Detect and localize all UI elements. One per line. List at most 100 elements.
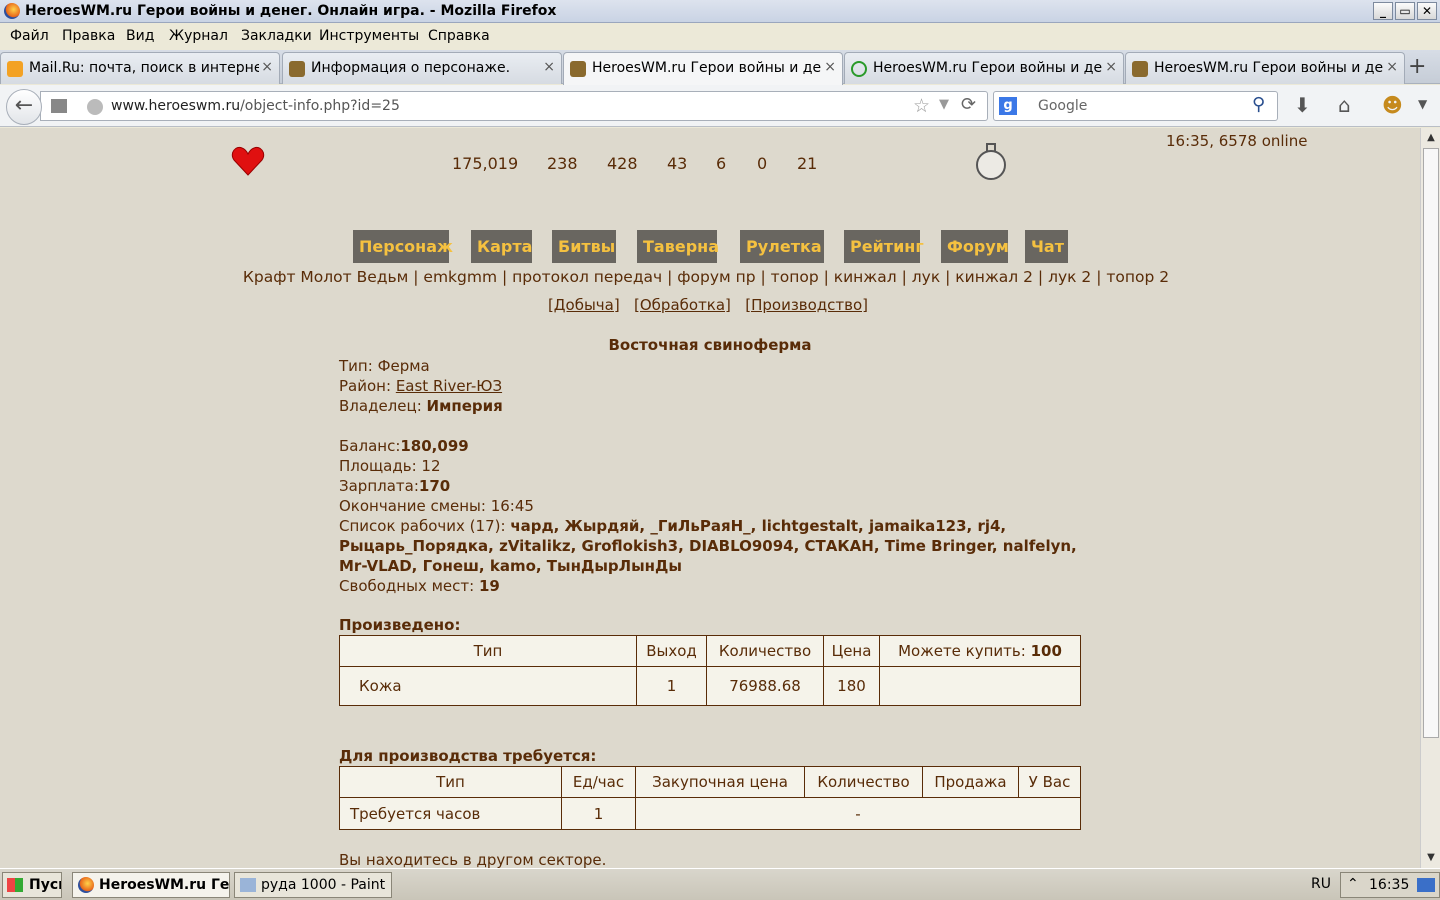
language-indicator[interactable]: RU bbox=[1311, 876, 1331, 892]
loading-icon bbox=[851, 61, 867, 77]
district-link[interactable]: East River-ЮЗ bbox=[396, 377, 502, 395]
search-placeholder: Google bbox=[1038, 98, 1088, 114]
scroll-down-icon[interactable]: ▼ bbox=[1423, 850, 1439, 866]
taskbar-item-label: руда 1000 - Paint bbox=[261, 877, 386, 893]
start-label: Пуск bbox=[29, 877, 61, 893]
table-row: Требуется часов 1 - bbox=[339, 797, 1081, 830]
scroll-thumb[interactable] bbox=[1423, 148, 1439, 738]
paint-icon bbox=[240, 878, 256, 892]
tab-heroeswm-active[interactable]: HeroesWM.ru Герои войны и дене... × bbox=[563, 52, 843, 85]
cell-buy[interactable] bbox=[879, 666, 1081, 706]
link-production[interactable]: [Производство] bbox=[745, 296, 868, 314]
back-button[interactable]: ← bbox=[6, 89, 42, 125]
globe-icon bbox=[87, 99, 103, 115]
link-mining[interactable]: [Добыча] bbox=[548, 296, 620, 314]
close-tab-icon[interactable]: × bbox=[824, 59, 836, 75]
nav-forum[interactable]: Форум bbox=[941, 230, 1009, 263]
sector-note: Вы находитесь в другом секторе. bbox=[339, 851, 607, 869]
close-tab-icon[interactable]: × bbox=[1105, 59, 1117, 75]
tab-label: HeroesWM.ru Герои войны и дене... bbox=[592, 60, 822, 76]
workers-list-1[interactable]: чард, Жырдяй, _ГиЛьРаяН_, lichtgestalt, … bbox=[510, 517, 1006, 535]
area-value: 12 bbox=[421, 457, 441, 475]
close-tab-icon[interactable]: × bbox=[543, 59, 555, 75]
free-slots-label: Свободных мест: bbox=[339, 577, 475, 595]
menu-bookmarks[interactable]: Закладки bbox=[241, 28, 312, 44]
link-processing[interactable]: [Обработка] bbox=[634, 296, 731, 314]
workers-list-3[interactable]: Mr-VLAD, Гонеш, kamo, ТынДырЛынДы bbox=[339, 557, 682, 575]
quick-links[interactable]: Крафт Молот Ведьм | emkgmm | протокол пе… bbox=[0, 268, 1412, 286]
stat-wood: 238 bbox=[547, 154, 578, 173]
tab-heroeswm-3[interactable]: HeroesWM.ru Герои войны и дене... × bbox=[1125, 52, 1405, 84]
taskbar: Пуск HeroesWM.ru Ге... руда 1000 - Paint… bbox=[0, 868, 1440, 900]
taskbar-firefox[interactable]: HeroesWM.ru Ге... bbox=[72, 872, 230, 898]
nav-chat[interactable]: Чат bbox=[1025, 230, 1068, 263]
header-you-have: У Вас bbox=[1018, 766, 1081, 798]
stat-mercury: 43 bbox=[667, 154, 688, 173]
downloads-icon[interactable]: ⬇ bbox=[1294, 93, 1311, 117]
nav-battles[interactable]: Битвы bbox=[552, 230, 616, 263]
stat-gems: 21 bbox=[797, 154, 818, 173]
window-title: HeroesWM.ru Герои войны и денег. Онлайн … bbox=[25, 3, 557, 19]
home-icon[interactable]: ⌂ bbox=[1338, 93, 1351, 117]
taskbar-paint[interactable]: руда 1000 - Paint bbox=[234, 872, 392, 898]
shift-end: Окончание смены: 16:45 bbox=[339, 497, 534, 515]
workers-list-2[interactable]: Рыцарь_Порядка, zVitalikz, Groflokish3, … bbox=[339, 537, 1077, 555]
close-tab-icon[interactable]: × bbox=[1386, 59, 1398, 75]
maximize-button[interactable]: ▭ bbox=[1395, 2, 1415, 20]
cell-units-per-hour: 1 bbox=[561, 797, 636, 830]
tab-bar: Mail.Ru: почта, поиск в интернет... × Ин… bbox=[0, 50, 1440, 85]
object-info: Тип: Ферма Район: East River-ЮЗ Владелец… bbox=[339, 356, 1099, 596]
dropdown-icon[interactable]: ▼ bbox=[939, 97, 949, 112]
search-icon[interactable]: ⚲ bbox=[1252, 94, 1265, 115]
page-info-icon[interactable] bbox=[51, 99, 67, 113]
sub-links: [Добыча] [Обработка] [Производство] bbox=[0, 296, 1416, 314]
menu-help[interactable]: Справка bbox=[428, 28, 490, 44]
tab-character-info[interactable]: Информация о персонаже. × bbox=[282, 52, 562, 84]
header-output: Выход bbox=[636, 635, 707, 667]
owner-value: Империя bbox=[426, 397, 503, 415]
menu-tools[interactable]: Инструменты bbox=[319, 28, 419, 44]
required-table: Тип Ед/час Закупочная цена Количество Пр… bbox=[339, 766, 1081, 830]
cell-type: Кожа bbox=[339, 666, 637, 706]
search-bar[interactable]: g Google ⚲ bbox=[993, 91, 1278, 121]
google-icon[interactable]: g bbox=[999, 97, 1017, 115]
addon-icon[interactable]: ☻ bbox=[1382, 93, 1403, 117]
menu-view[interactable]: Вид bbox=[126, 28, 154, 44]
url-bar[interactable]: www.heroeswm.ru/object-info.php?id=25 ☆ … bbox=[40, 91, 988, 121]
minimize-button[interactable]: _ bbox=[1373, 2, 1393, 20]
new-tab-button[interactable]: + bbox=[1408, 54, 1426, 79]
free-slots-value: 19 bbox=[478, 577, 500, 595]
start-button[interactable]: Пуск bbox=[2, 872, 62, 898]
nav-map[interactable]: Карта bbox=[471, 230, 532, 263]
header-quantity: Количество bbox=[804, 766, 923, 798]
system-tray: ⌃ 16:35 bbox=[1340, 872, 1440, 898]
server-time-online: 16:35, 6578 online bbox=[1166, 132, 1308, 150]
clock[interactable]: 16:35 bbox=[1369, 877, 1409, 893]
header-type: Тип bbox=[339, 766, 562, 798]
nav-rating[interactable]: Рейтинг bbox=[844, 230, 924, 263]
nav-tavern[interactable]: Таверна bbox=[637, 230, 719, 263]
nav-roulette[interactable]: Рулетка bbox=[740, 230, 824, 263]
menu-dropdown-icon[interactable]: ▼ bbox=[1418, 97, 1427, 111]
reload-icon[interactable]: ⟳ bbox=[961, 94, 976, 115]
close-tab-icon[interactable]: × bbox=[261, 59, 273, 75]
bookmark-star-icon[interactable]: ☆ bbox=[913, 95, 930, 117]
show-desktop-icon[interactable] bbox=[1417, 878, 1435, 892]
tab-mailru[interactable]: Mail.Ru: почта, поиск в интернет... × bbox=[0, 52, 280, 84]
tab-heroeswm-loading[interactable]: HeroesWM.ru Герои войны и дене... × bbox=[844, 52, 1124, 84]
url-text: www.heroeswm.ru/object-info.php?id=25 bbox=[111, 98, 400, 114]
mana-flask-icon bbox=[974, 142, 1008, 182]
header-sale: Продажа bbox=[922, 766, 1019, 798]
balance-label: Баланс: bbox=[339, 437, 401, 455]
scroll-up-icon[interactable]: ▲ bbox=[1423, 130, 1439, 146]
tray-expand-icon[interactable]: ⌃ bbox=[1347, 876, 1359, 892]
menu-edit[interactable]: Правка bbox=[62, 28, 115, 44]
close-button[interactable]: ✕ bbox=[1417, 2, 1437, 20]
vertical-scrollbar[interactable]: ▲ ▼ bbox=[1420, 128, 1440, 868]
menu-history[interactable]: Журнал bbox=[169, 28, 228, 44]
nav-character[interactable]: Персонаж bbox=[353, 230, 453, 263]
type-label: Тип: bbox=[339, 357, 373, 375]
firefox-icon bbox=[78, 877, 94, 893]
produced-table: Тип Выход Количество Цена Можете купить:… bbox=[339, 635, 1081, 706]
menu-file[interactable]: Файл bbox=[10, 28, 49, 44]
